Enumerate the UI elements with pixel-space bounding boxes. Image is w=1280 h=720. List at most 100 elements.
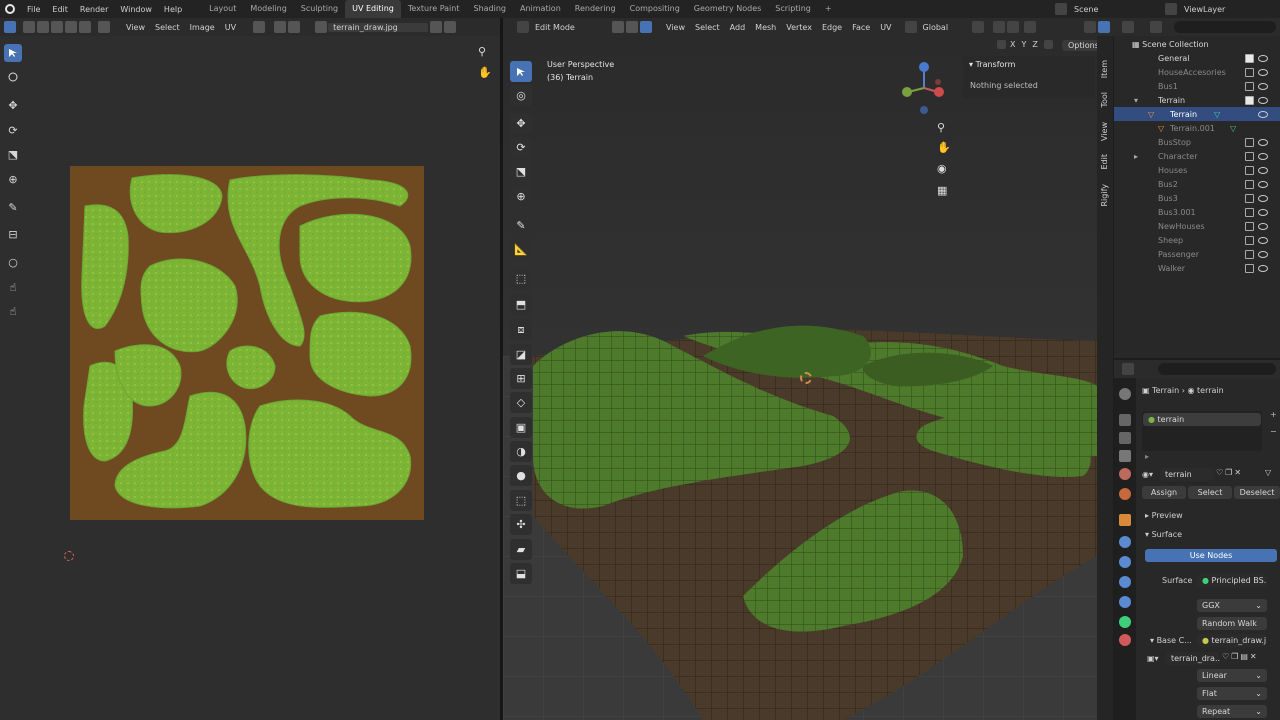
face-select-icon[interactable] [65, 21, 77, 33]
vertex-mode-icon[interactable] [612, 21, 624, 33]
duplicate-material-icon[interactable]: ❐ [1225, 468, 1234, 477]
pivot-point-icon[interactable] [971, 21, 984, 33]
modifier-tab-icon[interactable] [1119, 536, 1131, 548]
visibility-eye-icon[interactable] [1258, 250, 1268, 258]
material-tab-icon[interactable] [1119, 634, 1131, 646]
outliner-row[interactable]: Bus3.001 [1114, 205, 1280, 219]
visibility-eye-icon[interactable] [1258, 194, 1268, 202]
tab-modeling[interactable]: Modeling [243, 0, 293, 18]
world-tab-icon[interactable] [1119, 488, 1131, 500]
sidebar-tab-tool[interactable]: Tool [1100, 92, 1109, 108]
navigation-gizmo[interactable] [898, 58, 950, 118]
select-box-tool[interactable] [510, 61, 532, 82]
smooth-tool[interactable]: ● [510, 465, 532, 486]
bevel-tool[interactable]: ◪ [510, 344, 532, 365]
uv-pan-hand-icon[interactable]: ✋ [478, 66, 492, 79]
visibility-eye-icon[interactable] [1258, 166, 1268, 174]
image-browse-icon[interactable] [315, 21, 328, 33]
uv-rip-tool[interactable]: ⊟ [4, 225, 22, 243]
exclude-checkbox[interactable] [1245, 95, 1254, 105]
scene-name[interactable]: Scene [1068, 5, 1164, 14]
image-open-icon[interactable] [444, 21, 457, 33]
unlink-material-icon[interactable]: ✕ [1234, 468, 1243, 477]
camera-view-icon[interactable]: ◉ [937, 162, 947, 175]
visibility-eye-icon[interactable] [1258, 110, 1268, 118]
outliner-row[interactable]: Bus1 [1114, 79, 1280, 93]
image-unlink-icon[interactable]: ✕ [1250, 652, 1259, 661]
tab-uv-editing[interactable]: UV Editing [345, 0, 401, 18]
gizmo-toggle-icon[interactable] [1098, 21, 1110, 33]
material-slot-item[interactable]: ● terrain [1143, 413, 1261, 426]
select-button[interactable]: Select [1188, 486, 1232, 499]
particles-tab-icon[interactable] [1119, 556, 1131, 568]
outliner-row[interactable]: ▾ Terrain [1114, 93, 1280, 107]
edge-slide-tool[interactable]: ⬚ [510, 490, 532, 511]
outliner-row[interactable]: Sheep [1114, 233, 1280, 247]
visibility-icon[interactable] [1084, 21, 1096, 33]
outliner-row[interactable]: ▸ Character [1114, 149, 1280, 163]
exclude-checkbox[interactable] [1245, 263, 1254, 273]
visibility-eye-icon[interactable] [1258, 264, 1268, 272]
tab-layout[interactable]: Layout [202, 0, 243, 18]
material-name-field[interactable]: terrain [1160, 468, 1214, 481]
tab-texture-paint[interactable]: Texture Paint [401, 0, 467, 18]
mirror-icon[interactable] [997, 40, 1006, 49]
face-mode-icon[interactable] [640, 21, 652, 33]
outliner-row[interactable]: Walker [1114, 261, 1280, 275]
visibility-eye-icon[interactable] [1258, 208, 1268, 216]
uv-grab-tool[interactable]: ○ [4, 253, 22, 271]
tab-scripting[interactable]: Scripting [768, 0, 818, 18]
z-axis-toggle[interactable]: Z [1029, 40, 1040, 49]
vertex-select-icon[interactable] [37, 21, 49, 33]
exclude-checkbox[interactable] [1245, 235, 1254, 245]
transform-panel-title[interactable]: ▾ Transform [969, 60, 1015, 69]
scene-icon[interactable] [1055, 3, 1067, 15]
pivot-icon[interactable] [253, 21, 266, 33]
image-fake-user-icon[interactable]: ♡ [1222, 652, 1231, 661]
properties-search-input[interactable] [1158, 363, 1276, 375]
tab-sculpting[interactable]: Sculpting [294, 0, 345, 18]
output-tab-icon[interactable] [1119, 432, 1131, 444]
tab-compositing[interactable]: Compositing [623, 0, 687, 18]
sticky-mode-icon[interactable] [98, 21, 110, 33]
mode-dropdown[interactable]: Edit Mode [530, 23, 606, 32]
outliner-row[interactable]: NewHouses [1114, 219, 1280, 233]
menu-edit[interactable]: Edit [46, 5, 74, 14]
viewport-editor-type-icon[interactable] [517, 21, 529, 33]
uv-select-box-tool[interactable] [4, 44, 22, 62]
expand-arrow-icon[interactable]: ▾ [1134, 96, 1138, 105]
rip-region-tool[interactable]: ⬓ [510, 563, 532, 584]
add-slot-button[interactable]: + [1270, 410, 1277, 419]
render-tab-icon[interactable] [1119, 414, 1131, 426]
edge-select-icon[interactable] [51, 21, 63, 33]
shear-tool[interactable]: ▰ [510, 539, 532, 560]
orientation-dropdown[interactable]: Global [918, 23, 968, 32]
tab-geometry-nodes[interactable]: Geometry Nodes [687, 0, 768, 18]
uv-pinch-tool[interactable]: ☝ [4, 302, 22, 320]
ortho-toggle-icon[interactable]: ▦ [937, 184, 947, 197]
viewport-menu-select[interactable]: Select [690, 23, 725, 32]
outliner-row[interactable]: BusStop [1114, 135, 1280, 149]
material-browse-icon[interactable]: ◉▾ [1142, 470, 1153, 479]
scale-tool[interactable]: ⬔ [510, 161, 532, 182]
view-layer-icon[interactable] [1165, 3, 1177, 15]
measure-tool[interactable]: 📐 [510, 239, 532, 260]
base-color-field[interactable]: ● terrain_draw.j... [1197, 634, 1267, 647]
uv-sync-icon[interactable] [23, 21, 35, 33]
uv-annotate-tool[interactable]: ✎ [4, 198, 22, 216]
uv-menu-image[interactable]: Image [185, 23, 220, 32]
preview-panel-header[interactable]: ▸ Preview [1145, 511, 1183, 520]
outliner-search-input[interactable] [1174, 21, 1276, 33]
base-color-label[interactable]: ▾ Base C... [1150, 636, 1192, 645]
outliner-row[interactable]: Houses [1114, 163, 1280, 177]
sidebar-tab-view[interactable]: View [1100, 122, 1109, 141]
auto-merge-icon[interactable] [1043, 40, 1053, 49]
snap-icon[interactable] [274, 21, 287, 33]
uv-editor-type-icon[interactable] [4, 21, 16, 33]
orientation-icon[interactable] [904, 21, 917, 33]
exclude-checkbox[interactable] [1245, 207, 1254, 217]
poly-build-tool[interactable]: ▣ [510, 417, 532, 438]
exclude-checkbox[interactable] [1245, 221, 1254, 231]
visibility-eye-icon[interactable] [1258, 180, 1268, 188]
object-tab-icon[interactable] [1119, 514, 1131, 526]
